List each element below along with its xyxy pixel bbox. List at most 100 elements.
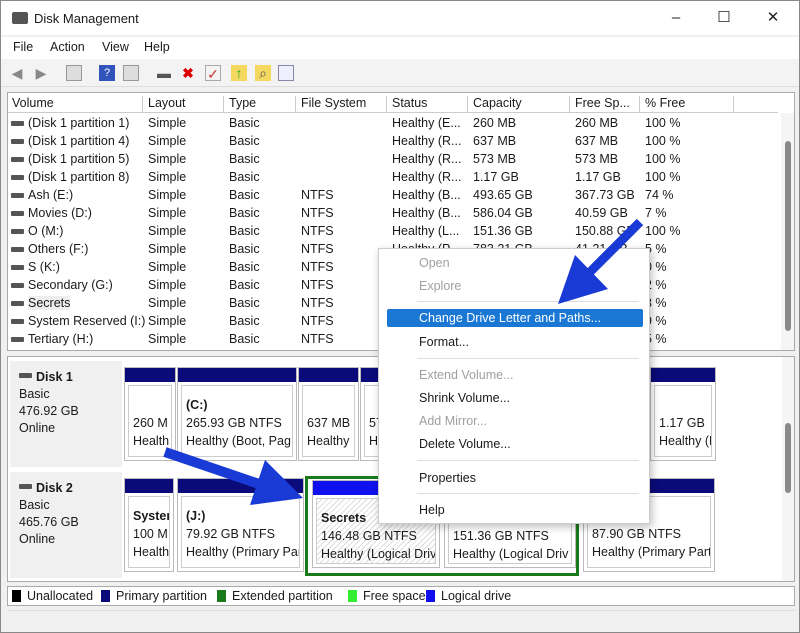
- scroll-thumb[interactable]: [785, 423, 791, 493]
- menu-item-format[interactable]: Format...: [387, 333, 643, 351]
- cell-status: Healthy (R...: [392, 134, 462, 148]
- delete-icon[interactable]: ✖: [180, 65, 196, 81]
- menu-item-change-drive-letter[interactable]: Change Drive Letter and Paths...: [387, 309, 643, 327]
- col-volume[interactable]: Volume: [8, 96, 143, 113]
- legend-label: Free space: [363, 589, 426, 603]
- cell-type: Basic: [229, 314, 260, 328]
- cell-volume: (Disk 1 partition 8): [28, 170, 130, 184]
- forward-icon[interactable]: ▶: [33, 65, 49, 81]
- volume-row[interactable]: (Disk 1 partition 5) Simple Basic Healthy (…: [8, 151, 778, 169]
- volume-row[interactable]: Ash (E:) Simple Basic NTFS Healthy (B... 493.…: [8, 187, 778, 205]
- properties-icon[interactable]: [278, 65, 294, 81]
- menu-item-help[interactable]: Help: [387, 501, 643, 519]
- partition-size: 260 M: [133, 416, 168, 430]
- disk-icon: [19, 484, 32, 489]
- disk-label[interactable]: Disk 1 Basic 476.92 GB Online: [10, 361, 122, 467]
- col-type[interactable]: Type: [225, 96, 296, 113]
- menu-view[interactable]: View: [102, 40, 129, 54]
- col-status[interactable]: Status: [388, 96, 468, 113]
- cell-type: Basic: [229, 116, 260, 130]
- partition-size: 146.48 GB NTFS: [321, 529, 417, 543]
- cell-file-system: NTFS: [301, 188, 334, 202]
- menu-item-extend-volume[interactable]: Extend Volume...: [387, 366, 643, 384]
- col-percent-free[interactable]: % Free: [641, 96, 734, 113]
- menu-help[interactable]: Help: [144, 40, 170, 54]
- cell-type: Basic: [229, 134, 260, 148]
- help-icon[interactable]: ?: [99, 65, 115, 81]
- drive-icon: [11, 175, 24, 180]
- partition-status: Healthy (Logical Driv: [321, 547, 436, 561]
- cell-type: Basic: [229, 260, 260, 274]
- cell-volume: (Disk 1 partition 1): [28, 116, 130, 130]
- volume-list-scrollbar[interactable]: [781, 113, 794, 350]
- drive-icon: [11, 121, 24, 126]
- partition[interactable]: 637 MB Healthy: [298, 367, 359, 461]
- partition-status: Healthy (Logical Driv: [453, 547, 569, 561]
- cell-percent-free: 100 %: [645, 224, 681, 238]
- connect-drive-icon[interactable]: ▬: [156, 65, 172, 81]
- folder-up-icon[interactable]: ↑: [231, 65, 247, 81]
- legend-swatch: [348, 590, 357, 602]
- partition-type-bar: [178, 368, 296, 382]
- cell-percent-free: 74 %: [645, 188, 674, 202]
- partition-title: (C:): [186, 398, 208, 412]
- cell-status: Healthy (R...: [392, 152, 462, 166]
- col-layout[interactable]: Layout: [144, 96, 224, 113]
- minimize-button[interactable]: –: [661, 7, 691, 29]
- back-icon[interactable]: ◀: [9, 65, 25, 81]
- partition-type-bar: [651, 368, 715, 382]
- partition[interactable]: (J:) 79.92 GB NTFS Healthy (Primary Par: [177, 478, 304, 572]
- cell-status: Healthy (L...: [392, 224, 460, 238]
- status-bar: [7, 610, 795, 630]
- menu-item-add-mirror[interactable]: Add Mirror...: [387, 412, 643, 430]
- partition[interactable]: 260 M Health: [124, 367, 176, 461]
- legend-swatch: [217, 590, 226, 602]
- folder-search-icon[interactable]: ⌕: [255, 65, 271, 81]
- volume-row[interactable]: Movies (D:) Simple Basic NTFS Healthy (B... 5…: [8, 205, 778, 223]
- volume-row[interactable]: (Disk 1 partition 1) Simple Basic Healthy (…: [8, 115, 778, 133]
- menu-file[interactable]: File: [13, 40, 33, 54]
- volume-row[interactable]: (Disk 1 partition 8) Simple Basic Healthy (…: [8, 169, 778, 187]
- cell-type: Basic: [229, 206, 260, 220]
- cell-volume: (Disk 1 partition 5): [28, 152, 130, 166]
- partition-type-bar: [299, 368, 358, 382]
- col-file-system[interactable]: File System: [297, 96, 387, 113]
- cell-capacity: 573 MB: [473, 152, 517, 166]
- volume-row[interactable]: O (M:) Simple Basic NTFS Healthy (L... 151.36…: [8, 223, 778, 241]
- partition-body: 260 M Health: [128, 385, 172, 457]
- partition[interactable]: (C:) 265.93 GB NTFS Healthy (Boot, Pag: [177, 367, 297, 461]
- partition-body: 637 MB Healthy: [302, 385, 355, 457]
- menu-item-shrink-volume[interactable]: Shrink Volume...: [387, 389, 643, 407]
- disk-label[interactable]: Disk 2 Basic 465.76 GB Online: [10, 472, 122, 578]
- menu-item-open[interactable]: Open: [387, 254, 643, 272]
- scroll-thumb[interactable]: [785, 141, 791, 331]
- partition[interactable]: Syster 100 M Health: [124, 478, 174, 572]
- col-free-space[interactable]: Free Sp...: [571, 96, 640, 113]
- volume-row[interactable]: (Disk 1 partition 4) Simple Basic Healthy (…: [8, 133, 778, 151]
- partition-type-bar: [125, 368, 175, 382]
- graphical-view-scrollbar[interactable]: [782, 357, 794, 581]
- menu-item-delete-volume[interactable]: Delete Volume...: [387, 435, 643, 453]
- action-pane-icon[interactable]: [123, 65, 139, 81]
- menu-item-properties[interactable]: Properties: [387, 469, 643, 487]
- cell-volume: S (K:): [28, 260, 60, 274]
- cell-volume: System Reserved (I:): [28, 314, 146, 328]
- menu-action[interactable]: Action: [50, 40, 85, 54]
- cell-file-system: NTFS: [301, 260, 334, 274]
- cell-volume: Secrets: [28, 296, 71, 310]
- cell-free-space: 40.59 GB: [575, 206, 628, 220]
- close-button[interactable]: ✕: [758, 7, 788, 29]
- partition-body: Syster 100 M Health: [128, 496, 170, 568]
- menu-item-explore[interactable]: Explore: [387, 277, 643, 295]
- cell-free-space: 573 MB: [575, 152, 619, 166]
- cell-layout: Simple: [148, 134, 187, 148]
- console-tree-icon[interactable]: [66, 65, 82, 81]
- cell-percent-free: 100 %: [645, 116, 681, 130]
- maximize-button[interactable]: ☐: [709, 7, 739, 29]
- cell-layout: Simple: [148, 224, 187, 238]
- col-capacity[interactable]: Capacity: [469, 96, 570, 113]
- check-icon[interactable]: ✓: [205, 65, 221, 82]
- partition[interactable]: 1.17 GB Healthy (R: [650, 367, 716, 461]
- legend: Unallocated Primary partition Extended par…: [7, 586, 795, 606]
- partition-size: 637 MB: [307, 416, 351, 430]
